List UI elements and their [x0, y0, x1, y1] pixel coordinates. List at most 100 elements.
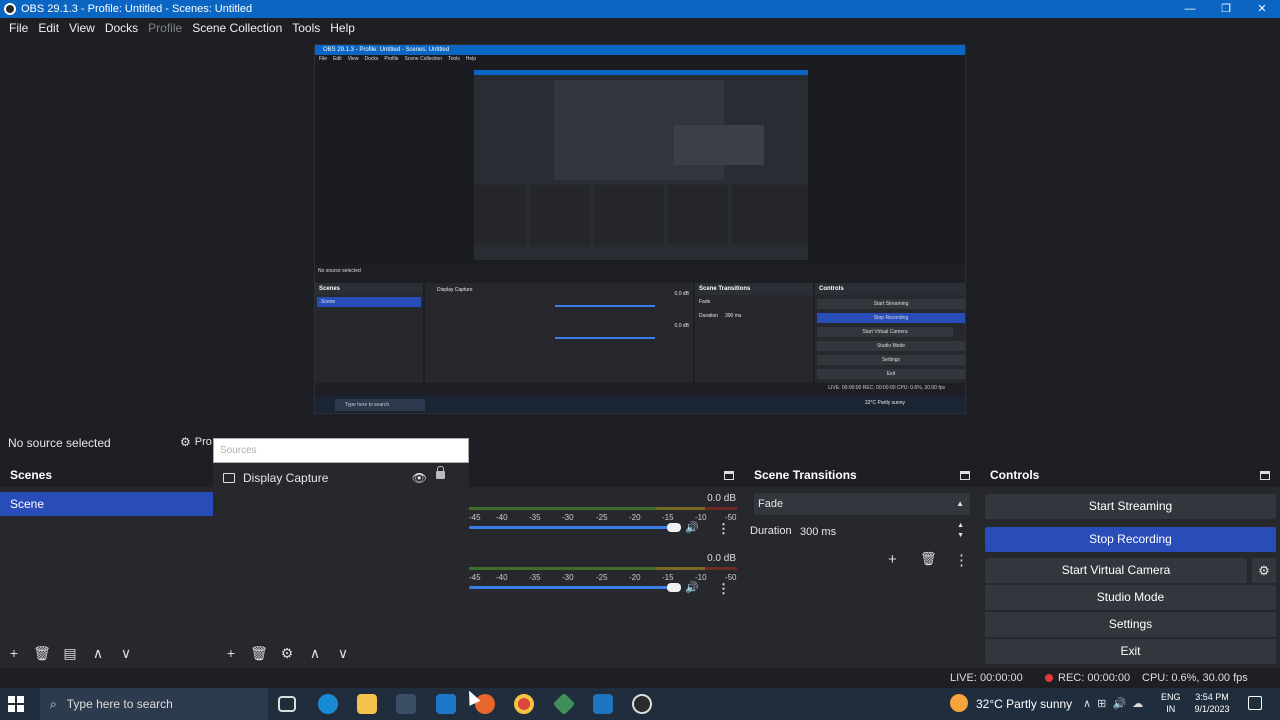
tray-icons[interactable]: ∧ ⊞ 🔊 ☁ — [1083, 697, 1143, 710]
obs-logo-icon — [4, 3, 16, 15]
taskbar-search-box[interactable]: ⌕ Type here to search — [40, 688, 268, 720]
volume-slider[interactable] — [469, 526, 675, 529]
mini-title-bar: OBS 29.1.3 - Profile: Untitled - Scenes:… — [315, 45, 965, 55]
exit-button[interactable]: Exit — [985, 639, 1276, 664]
volume-db-label: 0.0 dB — [707, 493, 736, 504]
menu-help[interactable]: Help — [325, 21, 360, 35]
no-source-label: No source selected — [8, 436, 111, 450]
channel-menu-icon[interactable]: ⋮ — [717, 521, 730, 537]
volume-slider-handle[interactable] — [667, 583, 681, 592]
transitions-title: Scene Transitions — [754, 468, 857, 482]
duration-label: Duration — [750, 525, 792, 537]
menu-file[interactable]: File — [4, 21, 33, 35]
mini-docks: No source selected Scenes Scene Display … — [315, 265, 965, 395]
chrome-icon[interactable] — [514, 694, 534, 714]
search-icon: ⌕ — [50, 696, 57, 711]
edge-icon[interactable] — [318, 694, 338, 714]
scene-list-item[interactable]: Scene — [0, 492, 213, 516]
settings-button[interactable]: Settings — [985, 612, 1276, 637]
remove-transition-button[interactable]: 🗑 — [920, 551, 937, 567]
start-virtual-camera-button[interactable]: Start Virtual Camera — [985, 558, 1247, 583]
window-title: OBS 29.1.3 - Profile: Untitled - Scenes:… — [21, 3, 253, 15]
mixer-channel: 0.0 dB -45 -40 -35 -30 -25 -20 -15 -10 -5 0 🔊 ⋮ — [469, 553, 744, 613]
lock-icon[interactable] — [436, 466, 445, 479]
properties-button[interactable]: ⚙ Pro — [180, 435, 212, 449]
transition-select[interactable]: Fade ▲▼ — [754, 493, 970, 530]
weather-icon — [950, 694, 968, 712]
add-scene-button[interactable]: + — [0, 645, 28, 661]
language-indicator[interactable]: ENG IN — [1161, 691, 1181, 715]
mini-menu-bar: File Edit View Docks Profile Scene Collection… — [319, 56, 477, 62]
menu-profile[interactable]: Profile — [143, 21, 187, 35]
move-source-up-button[interactable]: ∧ — [301, 645, 329, 662]
scene-transitions-dock: Scene Transitions Fade ▲▼ Duration 300 m… — [744, 463, 980, 668]
store-icon[interactable] — [396, 694, 416, 714]
source-list-item[interactable]: Display Capture 👁 — [223, 466, 459, 486]
speaker-icon[interactable]: 🔊 — [685, 521, 699, 534]
scenes-dock: Scenes Scene + 🗑 ▤ ∧ ∨ — [0, 463, 213, 668]
weather-text[interactable]: 32°C Partly sunny — [976, 697, 1072, 711]
move-scene-down-button[interactable]: ∨ — [112, 645, 140, 662]
vscode-icon[interactable] — [593, 694, 613, 714]
remove-source-button[interactable]: 🗑 — [245, 645, 273, 662]
channel-menu-icon[interactable]: ⋮ — [717, 581, 730, 597]
add-transition-button[interactable]: + — [888, 551, 897, 568]
restore-button[interactable]: ❐ — [1208, 0, 1244, 18]
undock-icon[interactable] — [724, 470, 734, 480]
mail-icon[interactable] — [436, 694, 456, 714]
cpu-fps: CPU: 0.6%, 30.00 fps — [1142, 672, 1248, 684]
gear-icon: ⚙ — [180, 435, 191, 449]
volume-slider[interactable] — [469, 586, 675, 589]
volume-meter — [469, 507, 737, 510]
undock-icon[interactable] — [960, 470, 970, 480]
duration-spinbox[interactable]: 300 ms ▲ ▼ — [796, 521, 970, 543]
move-scene-up-button[interactable]: ∧ — [84, 645, 112, 662]
menu-bar: File Edit View Docks Profile Scene Colle… — [0, 18, 1280, 38]
remove-scene-button[interactable]: 🗑 — [28, 645, 56, 662]
move-source-down-button[interactable]: ∨ — [329, 645, 357, 662]
scenes-toolbar: + 🗑 ▤ ∧ ∨ — [0, 644, 140, 662]
preview-display-capture: OBS 29.1.3 - Profile: Untitled - Scenes:… — [314, 44, 966, 414]
studio-mode-button[interactable]: Studio Mode — [985, 585, 1276, 610]
menu-edit[interactable]: Edit — [33, 21, 64, 35]
undock-icon[interactable] — [1260, 470, 1270, 480]
live-timer: LIVE: 00:00:00 — [950, 672, 1023, 684]
windows-start-icon[interactable] — [8, 696, 24, 712]
obs-taskbar-icon[interactable] — [632, 694, 652, 714]
mini-preview — [474, 70, 808, 260]
volume-db-label: 0.0 dB — [707, 553, 736, 564]
task-view-icon[interactable] — [278, 696, 296, 712]
sources-toolbar: + 🗑 ⚙ ∧ ∨ — [217, 644, 357, 662]
menu-view[interactable]: View — [64, 21, 100, 35]
sources-dock: Display Capture 👁 + 🗑 ⚙ ∧ ∨ — [213, 463, 469, 668]
spin-arrows-icon[interactable]: ▲ ▼ — [957, 521, 964, 541]
source-properties-button[interactable]: ⚙ — [273, 645, 301, 662]
virtual-camera-settings-gear-icon[interactable]: ⚙ — [1252, 558, 1276, 583]
minimize-button[interactable]: — — [1172, 0, 1208, 18]
audio-mixer-dock: 0.0 dB -45 -40 -35 -30 -25 -20 -15 -10 -5 0 🔊 ⋮ 0… — [469, 463, 744, 668]
menu-scene-collection[interactable]: Scene Collection — [187, 21, 287, 35]
volume-slider-handle[interactable] — [667, 523, 681, 532]
start-streaming-button[interactable]: Start Streaming — [985, 494, 1276, 519]
add-source-button[interactable]: + — [217, 645, 245, 661]
speaker-icon[interactable]: 🔊 — [685, 581, 699, 594]
title-bar: OBS 29.1.3 - Profile: Untitled - Scenes:… — [0, 0, 1280, 18]
scene-filters-button[interactable]: ▤ — [56, 645, 84, 662]
file-explorer-icon[interactable] — [357, 694, 377, 714]
rec-timer: REC: 00:00:00 — [1045, 672, 1130, 684]
menu-docks[interactable]: Docks — [100, 21, 143, 35]
notification-icon[interactable] — [1248, 696, 1262, 710]
transition-menu-icon[interactable]: ⋮ — [954, 551, 969, 569]
sources-dock-drag-preview: Sources — [213, 438, 469, 463]
menu-tools[interactable]: Tools — [287, 21, 325, 35]
close-button[interactable]: ✕ — [1244, 0, 1280, 18]
monitor-icon — [223, 473, 235, 483]
scenes-title: Scenes — [10, 468, 53, 482]
stop-recording-button[interactable]: Stop Recording — [985, 527, 1276, 552]
volume-meter — [469, 567, 737, 570]
visibility-eye-icon[interactable]: 👁 — [412, 471, 427, 485]
git-icon[interactable] — [552, 692, 576, 716]
controls-title: Controls — [990, 468, 1040, 482]
status-bar: LIVE: 00:00:00 REC: 00:00:00 CPU: 0.6%, … — [0, 668, 1280, 688]
clock[interactable]: 3:54 PM 9/1/2023 — [1190, 691, 1234, 715]
